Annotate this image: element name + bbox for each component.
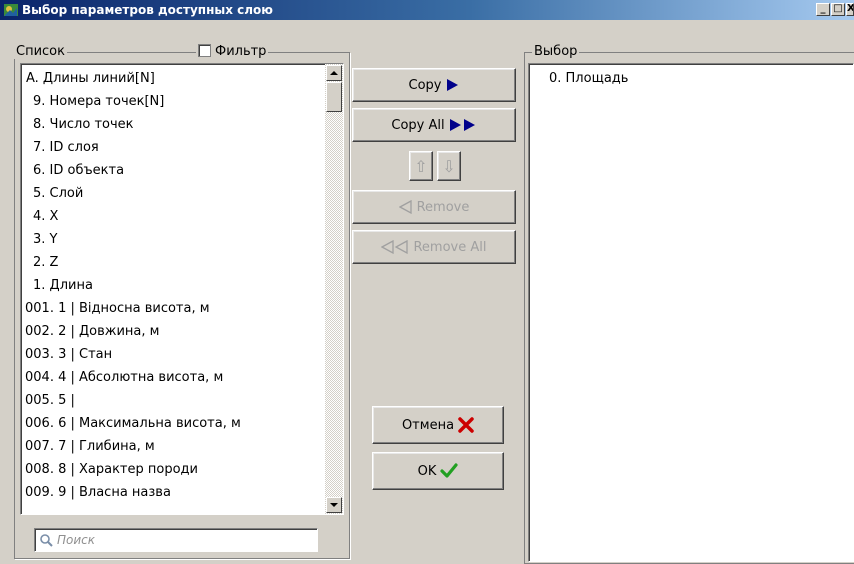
list-item[interactable]: 006. 6 | Максимальна висота, м	[25, 413, 241, 435]
scroll-thumb[interactable]	[326, 82, 342, 112]
remove-label: Remove	[416, 199, 470, 215]
list-scrollbar[interactable]	[325, 64, 343, 514]
maximize-button[interactable]: □	[831, 3, 845, 16]
list-item[interactable]: 003. 3 | Стан	[25, 344, 112, 366]
left-arrow-icon	[398, 200, 412, 214]
ok-button[interactable]: OK	[372, 452, 504, 490]
filter-checkbox[interactable]: Фильтр	[196, 44, 269, 59]
selection-group-label: Выбор	[532, 44, 580, 59]
move-up-button[interactable]: ⇧	[409, 151, 433, 181]
double-arrow-icon	[449, 119, 475, 131]
available-parameters-list[interactable]: A. Длины линий[N] 9. Номера точек[N] 8. Чи…	[20, 63, 344, 515]
arrow-up-icon	[330, 71, 338, 75]
list-item[interactable]: 8. Число точек	[33, 114, 134, 136]
cancel-label: Отмена	[401, 417, 455, 433]
search-icon	[40, 534, 53, 547]
list-item[interactable]: 002. 2 | Довжина, м	[25, 321, 159, 343]
close-button[interactable]: X	[846, 3, 854, 16]
green-check-icon	[440, 463, 458, 478]
minimize-button[interactable]: _	[816, 3, 830, 16]
list-item[interactable]: 008. 8 | Характер породи	[25, 459, 198, 481]
list-group-label: Список	[14, 44, 67, 59]
list-item[interactable]: 1. Длина	[33, 275, 93, 297]
list-item[interactable]: 001. 1 | Відносна висота, м	[25, 298, 210, 320]
list-item[interactable]: 3. Y	[33, 229, 57, 251]
copy-label: Copy	[408, 77, 442, 93]
search-placeholder: Поиск	[57, 533, 96, 547]
copy-all-button[interactable]: Copy All	[352, 108, 516, 142]
list-item[interactable]: 007. 7 | Глибина, м	[25, 436, 155, 458]
copy-all-label: Copy All	[391, 117, 445, 133]
list-item[interactable]: 009. 9 | Власна назва	[25, 482, 171, 504]
list-item[interactable]: 004. 4 | Абсолютна висота, м	[25, 367, 223, 389]
selected-item[interactable]: 0. Площадь	[549, 68, 628, 90]
move-up-icon: ⇧	[414, 156, 428, 176]
move-down-icon: ⇩	[442, 156, 456, 176]
list-item[interactable]: 7. ID слоя	[33, 137, 99, 159]
list-item[interactable]: A. Длины линий[N]	[26, 68, 155, 90]
remove-all-button[interactable]: Remove All	[352, 230, 516, 264]
search-input[interactable]: Поиск	[34, 528, 318, 552]
list-item[interactable]: 5. Слой	[33, 183, 83, 205]
selected-parameters-list[interactable]: 0. Площадь	[528, 63, 854, 562]
list-item[interactable]: 005. 5 |	[25, 390, 75, 412]
window-title: Выбор параметров доступных слою	[22, 3, 273, 17]
double-left-arrow-icon	[381, 240, 409, 254]
filter-checkbox-box[interactable]	[198, 44, 211, 57]
ok-label: OK	[417, 463, 437, 479]
list-item[interactable]: 6. ID объекта	[33, 160, 124, 182]
red-x-icon	[458, 417, 474, 433]
filter-label: Фильтр	[215, 44, 267, 59]
scroll-up-button[interactable]	[326, 65, 342, 81]
scroll-down-button[interactable]	[326, 497, 342, 513]
app-icon	[4, 4, 18, 16]
play-arrow-icon	[447, 79, 459, 91]
title-bar[interactable]: Выбор параметров доступных слою _ □ X	[0, 0, 854, 20]
remove-button[interactable]: Remove	[352, 190, 516, 224]
copy-button[interactable]: Copy	[352, 68, 516, 102]
list-item[interactable]: 2. Z	[33, 252, 58, 274]
cancel-button[interactable]: Отмена	[372, 406, 504, 444]
list-item[interactable]: 4. X	[33, 206, 58, 228]
move-down-button[interactable]: ⇩	[437, 151, 461, 181]
arrow-down-icon	[330, 503, 338, 507]
list-item[interactable]: 9. Номера точек[N]	[33, 91, 164, 113]
remove-all-label: Remove All	[413, 239, 487, 255]
